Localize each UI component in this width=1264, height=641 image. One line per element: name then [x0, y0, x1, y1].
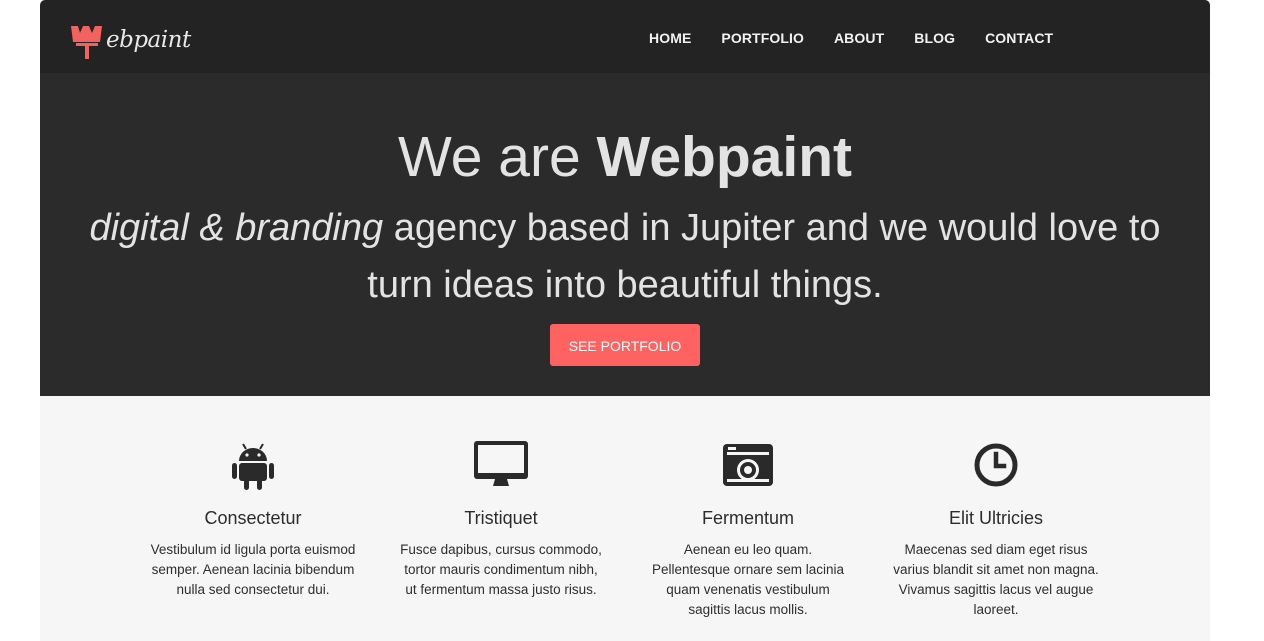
feature-text-line: laoreet.	[973, 602, 1019, 617]
hero-subtitle-line1: agency based in Jupiter and we would lov…	[393, 207, 1161, 249]
android-icon	[232, 443, 274, 490]
feature-text-line: quam venenatis vestibulum	[666, 582, 830, 597]
hero-title: We are Webpaint	[40, 125, 1210, 189]
feature-text-line: Fusce dapibus, cursus commodo,	[400, 542, 602, 557]
logo-link[interactable]: ebpaint	[70, 24, 191, 62]
feature-title: Tristiquet	[464, 508, 538, 528]
hero-subtitle: digital & branding agency based in Jupit…	[40, 200, 1210, 314]
nav-about[interactable]: ABOUT	[834, 30, 884, 46]
see-portfolio-button[interactable]: SEE PORTFOLIO	[550, 324, 700, 366]
nav-home[interactable]: HOME	[649, 30, 691, 46]
nav-portfolio[interactable]: PORTFOLIO	[721, 30, 804, 46]
feature-text-line: ut fermentum massa justo risus.	[405, 582, 597, 597]
feature-text-line: Vestibulum id ligula porta euismod	[150, 542, 356, 557]
feature-text-line: varius blandit sit amet non magna.	[893, 562, 1099, 577]
nav-blog[interactable]: BLOG	[914, 30, 955, 46]
hero-section: We are Webpaint digital & branding agenc…	[40, 73, 1210, 396]
feature-text: Vestibulum id ligula porta euismod sempe…	[138, 540, 368, 600]
feature-text: Fusce dapibus, cursus commodo, tortor ma…	[386, 540, 616, 600]
hero-title-prefix: We are	[398, 125, 581, 189]
feature-text-line: semper. Aenean lacinia bibendum	[151, 562, 355, 577]
monitor-icon	[474, 441, 528, 486]
main-nav: HOME PORTFOLIO ABOUT BLOG CONTACT	[649, 30, 1083, 46]
feature-text-line: tortor mauris condimentum nibh,	[404, 562, 598, 577]
feature-text-line: Aenean eu leo quam.	[683, 542, 813, 557]
feature-text: Aenean eu leo quam. Pellentesque ornare …	[633, 540, 863, 620]
hero-title-brand: Webpaint	[596, 125, 852, 189]
hero-subtitle-italic: digital & branding	[89, 207, 384, 249]
paintbrush-logo-icon	[71, 26, 102, 59]
feature-text-line: sagittis lacus mollis.	[688, 602, 808, 617]
features-section: Consectetur Vestibulum id ligula porta e…	[40, 396, 1210, 641]
feature-text-line: Pellentesque ornare sem lacinia	[651, 562, 845, 577]
feature-title: Consectetur	[204, 508, 302, 528]
feature-text: Maecenas sed diam eget risus varius blan…	[881, 540, 1111, 620]
navbar: ebpaint HOME PORTFOLIO ABOUT BLOG CONTAC…	[40, 0, 1210, 73]
feature-title: Elit Ultricies	[948, 508, 1043, 528]
feature-text-line: nulla sed consectetur dui.	[176, 582, 330, 597]
logo-text: ebpaint	[106, 27, 191, 53]
site-container: ebpaint HOME PORTFOLIO ABOUT BLOG CONTAC…	[40, 0, 1210, 641]
feature-text-line: Maecenas sed diam eget risus	[904, 542, 1088, 557]
camera-icon	[723, 444, 773, 486]
nav-contact[interactable]: CONTACT	[985, 30, 1053, 46]
feature-title: Fermentum	[701, 508, 795, 528]
feature-text-line: Vivamus sagittis lacus vel augue	[898, 582, 1094, 597]
hero-subtitle-line2: turn ideas into beautiful things.	[367, 264, 883, 306]
clock-icon	[974, 443, 1018, 487]
